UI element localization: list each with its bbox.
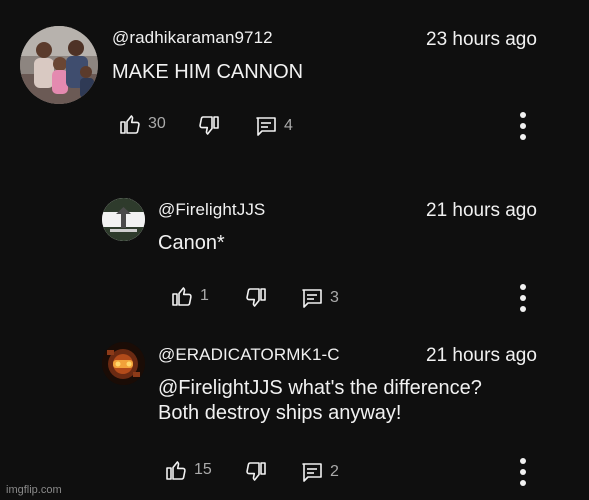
- like-button[interactable]: 30: [118, 112, 166, 136]
- reply-comment: @ERADICATORMK1-C 21 hours ago @Firelight…: [0, 330, 589, 500]
- comment-icon: [302, 463, 322, 482]
- comment-author[interactable]: @FirelightJJS: [158, 200, 265, 220]
- thumbs-down-icon: [246, 462, 266, 481]
- avatar-robot: [102, 342, 145, 385]
- more-vert-icon[interactable]: [517, 458, 529, 488]
- comment-icon: [302, 289, 322, 308]
- like-count: 15: [194, 461, 212, 478]
- dislike-button[interactable]: [197, 114, 221, 138]
- reply-button[interactable]: 4: [254, 114, 293, 138]
- comment-text: @FirelightJJS what's the difference? Bot…: [158, 377, 482, 424]
- like-button[interactable]: 1: [170, 284, 209, 308]
- reply-count: 3: [330, 289, 339, 306]
- thumbs-up-icon: [166, 461, 186, 480]
- comment-text: MAKE HIM CANNON: [112, 61, 304, 83]
- thumbs-down-icon: [246, 288, 266, 307]
- thumbs-down-icon: [199, 116, 219, 135]
- comment-author[interactable]: @ERADICATORMK1-C: [158, 345, 340, 365]
- thumbs-up-icon: [120, 115, 140, 134]
- like-count: 30: [148, 115, 166, 132]
- reply-count: 4: [284, 117, 293, 134]
- reply-button[interactable]: 2: [300, 460, 339, 484]
- reply-count: 2: [330, 463, 339, 480]
- avatar[interactable]: [20, 26, 98, 104]
- more-vert-icon[interactable]: [517, 284, 529, 314]
- reply-button[interactable]: 3: [300, 286, 339, 310]
- comment-timestamp[interactable]: 21 hours ago: [426, 200, 537, 222]
- comment-icon: [256, 117, 276, 136]
- dislike-button[interactable]: [244, 286, 268, 310]
- watermark: imgflip.com: [6, 484, 62, 496]
- comment-timestamp[interactable]: 21 hours ago: [426, 345, 537, 367]
- avatar-photo: [20, 26, 98, 104]
- comment-text: Canon*: [158, 232, 225, 254]
- avatar[interactable]: [102, 198, 145, 241]
- comment-top: @radhikaraman9712 23 hours ago MAKE HIM …: [0, 0, 589, 170]
- dislike-button[interactable]: [244, 460, 268, 484]
- avatar[interactable]: [102, 342, 145, 385]
- comment-author[interactable]: @radhikaraman9712: [112, 28, 273, 48]
- like-button[interactable]: 15: [164, 458, 212, 482]
- more-vert-icon[interactable]: [517, 112, 529, 142]
- reply-comment: @FirelightJJS 21 hours ago Canon* 1 3: [0, 170, 589, 330]
- thumbs-up-icon: [172, 287, 192, 306]
- like-count: 1: [200, 287, 209, 304]
- comment-timestamp[interactable]: 23 hours ago: [426, 29, 537, 51]
- avatar-logo: [102, 198, 145, 241]
